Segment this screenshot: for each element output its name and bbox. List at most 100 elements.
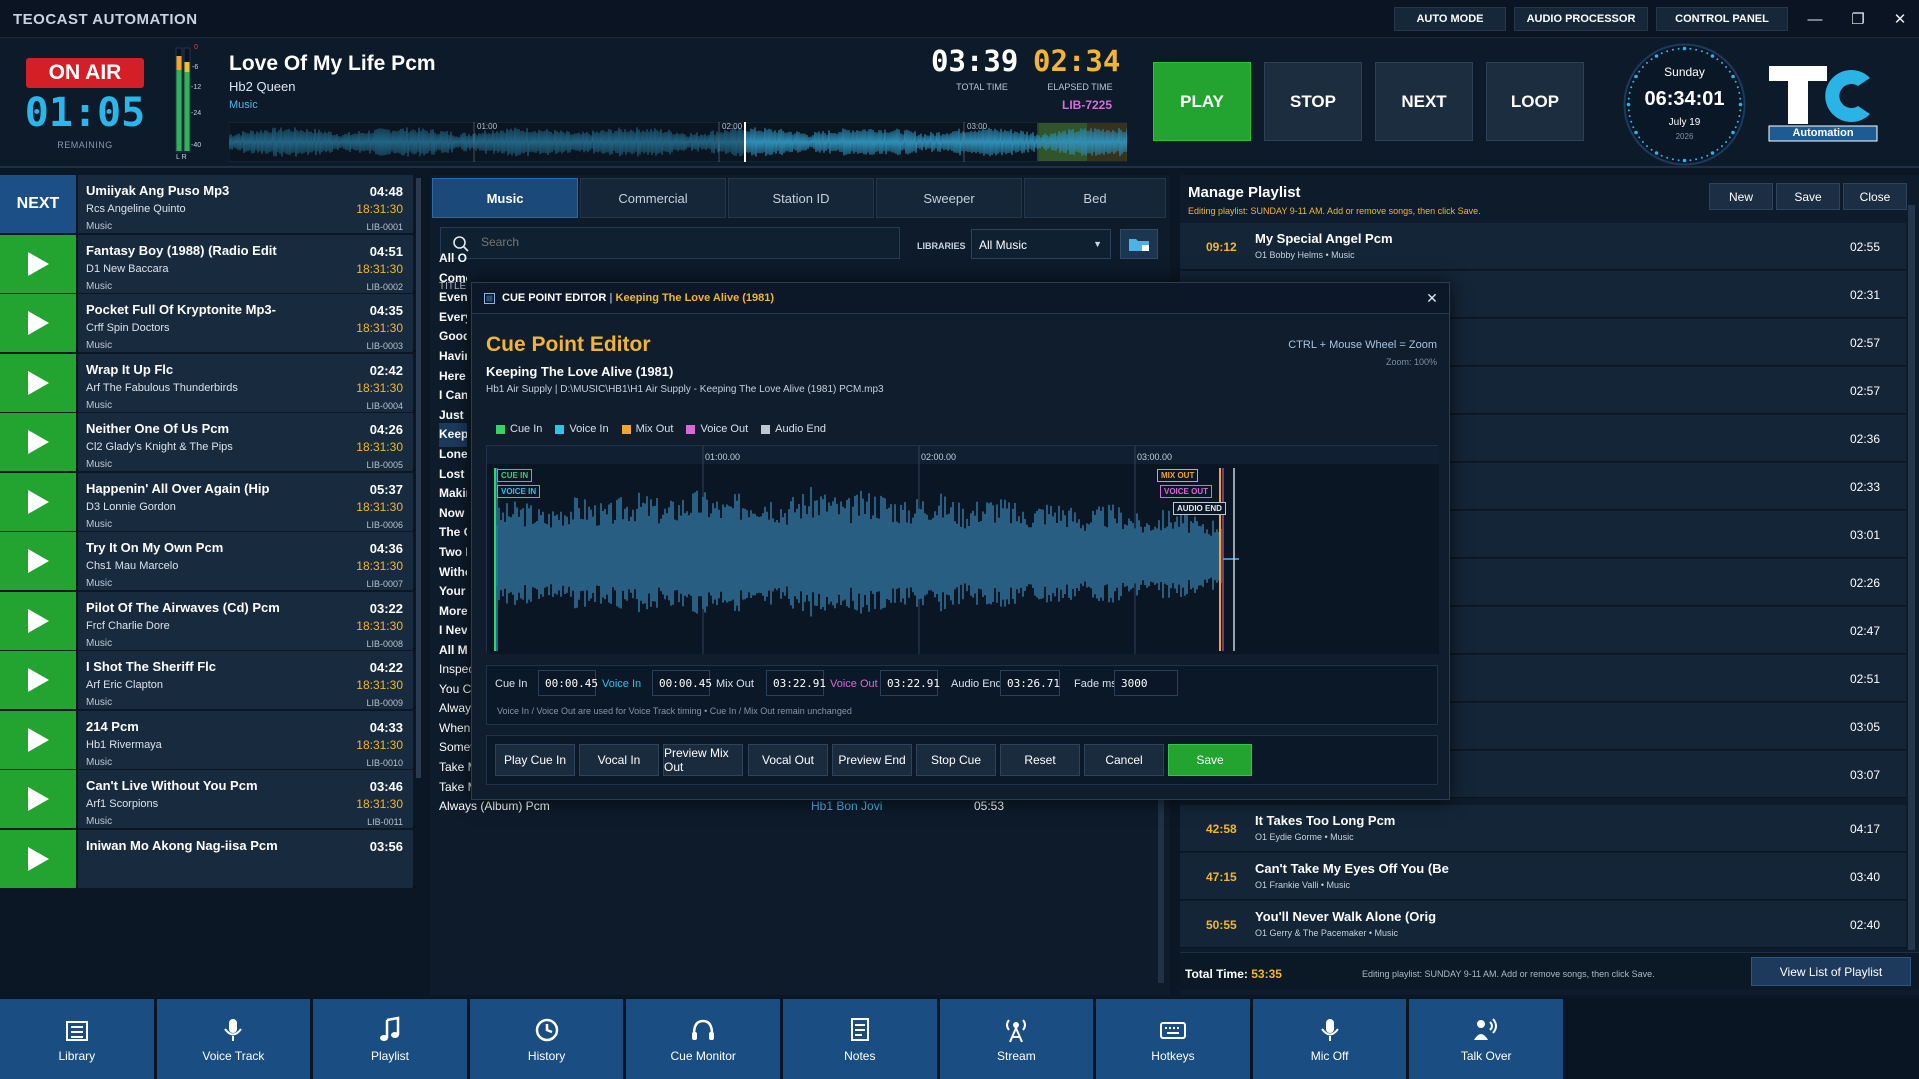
tab-sweeper[interactable]: Sweeper [876, 178, 1022, 218]
queue-item-duration: 04:35 [369, 303, 403, 318]
queue-item[interactable]: Neither One Of Us Pcm Cl2 Glady's Knight … [0, 413, 415, 471]
queue-play-button[interactable] [0, 710, 76, 769]
dock-label: Talk Over [1460, 1048, 1512, 1063]
reset-button[interactable]: Reset [1000, 744, 1080, 776]
audio-processor-button[interactable]: AUDIO PROCESSOR [1514, 7, 1648, 31]
dock-stream-button[interactable]: Stream [939, 999, 1097, 1079]
playlist-row[interactable]: 42:58 It Takes Too Long Pcm O1 Eydie Gorme… [1180, 805, 1906, 852]
minimize-icon[interactable]: — [1795, 3, 1835, 35]
dock-hotkeys-button[interactable]: Hotkeys [1096, 999, 1253, 1079]
libraries-select[interactable]: All Music ▼ [971, 229, 1111, 259]
dock-history-button[interactable]: History [469, 999, 627, 1079]
tab-music[interactable]: Music [432, 178, 578, 218]
dialog-header: CUE POINT EDITOR | Keeping The Love Aliv… [472, 283, 1449, 314]
stop-button[interactable]: STOP [1264, 62, 1362, 141]
queue-scrollbar[interactable] [416, 178, 421, 778]
chevron-down-icon: ▼ [1093, 239, 1102, 249]
save-cue-button[interactable]: Save [1168, 744, 1252, 776]
playlist-row[interactable]: 50:55 You'll Never Walk Alone (Orig O1 Ger… [1180, 901, 1906, 948]
now-playing-waveform[interactable]: 01:00 02:00 03:00 [229, 122, 1127, 162]
queue-item[interactable]: Can't Live Without You Pcm Arf1 Scorpions… [0, 770, 415, 828]
voice-in-field[interactable]: 00:00.45 [652, 670, 712, 696]
dock-voice-track-button[interactable]: Voice Track [156, 999, 314, 1079]
dock-talk-over-button[interactable]: Talk Over [1409, 999, 1566, 1079]
queue-item-info: Pilot Of The Airwaves (Cd) Pcm Frcf Charl… [78, 591, 413, 650]
playlist-row-duration: 03:40 [1849, 870, 1880, 884]
play-cue-in-button[interactable]: Play Cue In [495, 744, 575, 776]
bottom-dock: Library Voice Track Playlist History Cue Mon… [0, 998, 1919, 1079]
dock-playlist-button[interactable]: Playlist [313, 999, 470, 1079]
queue-item[interactable]: NEXT Umiiyak Ang Puso Mp3 Rcs Angeline Qui… [0, 175, 415, 233]
queue-item-title: Pocket Full Of Kryptonite Mp3- [86, 302, 276, 317]
dock-label: Stream [997, 1048, 1036, 1063]
queue-play-button[interactable] [0, 829, 76, 888]
queue-item[interactable]: Try It On My Own Pcm Chs1 Mau Marcelo Musi… [0, 532, 415, 590]
queue-play-button[interactable] [0, 234, 76, 293]
save-playlist-button[interactable]: Save [1776, 183, 1840, 210]
dock-notes-button[interactable]: Notes [783, 999, 940, 1079]
close-icon[interactable]: ✕ [1880, 3, 1919, 35]
queue-play-button[interactable] [0, 294, 76, 352]
view-list-button[interactable]: View List of Playlist [1751, 957, 1911, 986]
queue-play-button[interactable] [0, 472, 76, 531]
preview-mix-out-button[interactable]: Preview Mix Out [663, 744, 743, 776]
queue-play-button[interactable] [0, 770, 76, 828]
dock-library-button[interactable]: Library [0, 999, 157, 1079]
loop-button[interactable]: LOOP [1486, 62, 1584, 141]
next-button[interactable]: NEXT [1375, 62, 1473, 141]
open-folder-button[interactable] [1120, 229, 1158, 259]
new-playlist-button[interactable]: New [1709, 183, 1773, 210]
queue-item[interactable]: Pocket Full Of Kryptonite Mp3- Crff Spin … [0, 294, 415, 352]
playlist-scrollbar[interactable] [1908, 205, 1915, 950]
cue-editor-path: Hb1 Air Supply | D:\MUSIC\HB1\H1 Air Sup… [486, 384, 884, 395]
vocal-in-button[interactable]: Vocal In [579, 744, 659, 776]
preview-end-button[interactable]: Preview End [832, 744, 912, 776]
queue-item-category: Music [86, 578, 113, 589]
maximize-icon[interactable]: ❐ [1838, 3, 1878, 35]
audio-end-tag: AUDIO END [1173, 502, 1226, 515]
cue-in-label: Cue In [495, 678, 528, 690]
now-playing-title: Love Of My Life Pcm [229, 52, 436, 75]
queue-item-time: 18:31:30 [356, 797, 403, 811]
cue-waveform[interactable]: 01:00.00 02:00.00 03:00.00 CUE IN VOICE … [486, 445, 1439, 654]
control-panel-button[interactable]: CONTROL PANEL [1656, 7, 1788, 31]
tab-bed[interactable]: Bed [1024, 178, 1166, 218]
queue-item[interactable]: Pilot Of The Airwaves (Cd) Pcm Frcf Charl… [0, 591, 415, 650]
auto-mode-button[interactable]: AUTO MODE [1394, 7, 1506, 31]
playlist-row[interactable]: 47:15 Can't Take My Eyes Off You (Be O1 Fr… [1180, 853, 1906, 900]
queue-item[interactable]: I Shot The Sheriff Flc Arf Eric Clapton Mu… [0, 651, 415, 709]
tab-commercial[interactable]: Commercial [580, 178, 726, 218]
voice-in-tag: VOICE IN [497, 485, 541, 498]
queue-item[interactable]: Happenin' All Over Again (Hip D3 Lonnie G… [0, 472, 415, 531]
queue-item[interactable]: Wrap It Up Flc Arf The Fabulous Thunderbi… [0, 353, 415, 412]
cancel-button[interactable]: Cancel [1084, 744, 1164, 776]
tab-station-id[interactable]: Station ID [728, 178, 874, 218]
queue-play-button[interactable] [0, 413, 76, 471]
mix-out-field[interactable]: 03:22.91 [766, 670, 826, 696]
search-input[interactable] [481, 235, 881, 249]
notes-icon [850, 1017, 869, 1041]
queue-play-button[interactable] [0, 353, 76, 412]
cue-in-field[interactable]: 00:00.45 [538, 670, 598, 696]
dialog-close-icon[interactable]: ✕ [1423, 289, 1441, 307]
playlist-subtitle: Editing playlist: SUNDAY 9-11 AM. Add or… [1188, 206, 1481, 216]
play-button[interactable]: PLAY [1153, 62, 1251, 141]
queue-play-button[interactable] [0, 651, 76, 709]
voice-out-field[interactable]: 03:22.91 [880, 670, 940, 696]
queue-item[interactable]: 214 Pcm Hb1 Rivermaya Music 04:33 18:31:30 LI… [0, 710, 415, 769]
vocal-out-button[interactable]: Vocal Out [748, 744, 828, 776]
next-badge[interactable]: NEXT [0, 175, 76, 233]
queue-play-button[interactable] [0, 532, 76, 590]
stop-cue-button[interactable]: Stop Cue [916, 744, 996, 776]
vu-scale-0: 0 [194, 44, 198, 51]
playlist-row[interactable]: 09:12 My Special Angel Pcm O1 Bobby Helms … [1180, 223, 1906, 270]
dock-mic-off-button[interactable]: Mic Off [1252, 999, 1410, 1079]
queue-item[interactable]: Iniwan Mo Akong Nag-iisa Pcm 03:56 [0, 829, 415, 888]
queue-play-button[interactable] [0, 591, 76, 650]
queue-item[interactable]: Fantasy Boy (1988) (Radio Edit D1 New Bac… [0, 234, 415, 293]
queue-item-lib: LIB-0001 [366, 222, 403, 232]
dock-cue-monitor-button[interactable]: Cue Monitor [626, 999, 783, 1079]
fade-ms-field[interactable]: 3000 [1114, 670, 1178, 696]
close-playlist-button[interactable]: Close [1843, 183, 1907, 210]
audio-end-field[interactable]: 03:26.71 [1000, 670, 1060, 696]
